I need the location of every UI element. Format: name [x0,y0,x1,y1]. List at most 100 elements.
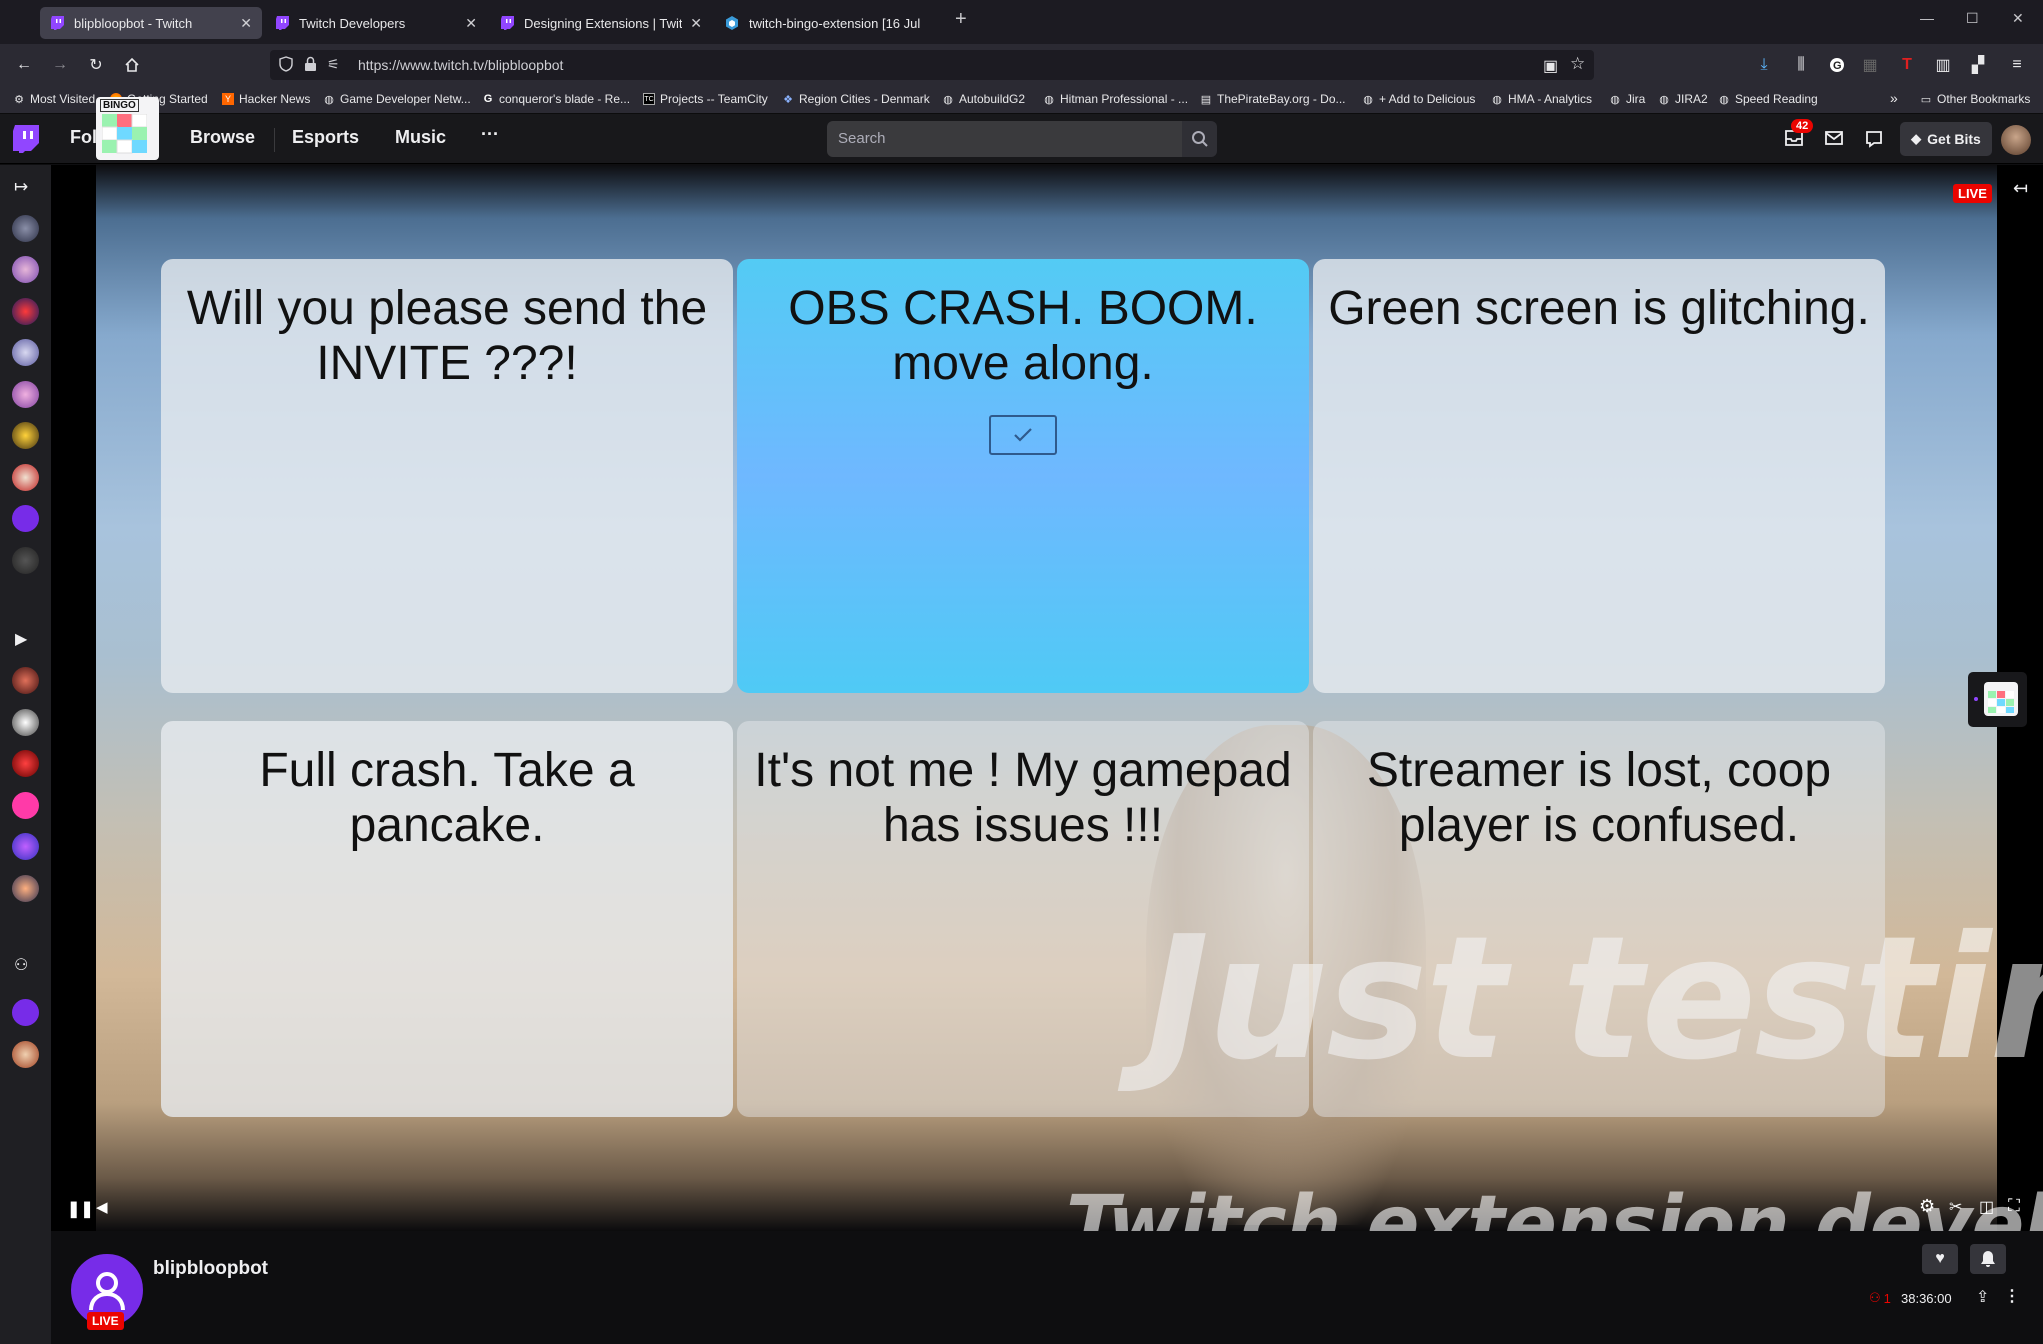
extension-ruler-icon[interactable]: ▥ [1930,52,1956,78]
extension-bingo-button[interactable] [1968,672,2027,727]
bits-gem-icon: ◆ [1911,131,1922,146]
forward-arrow-icon[interactable]: → [47,52,73,78]
channel-avatar[interactable] [12,750,39,777]
bookmark-delicious[interactable]: ◍ + Add to Delicious [1362,92,1475,106]
fullscreen-icon[interactable]: ⛶ [2008,1196,2020,1216]
bingo-cell[interactable]: It's not me ! My gamepad has issues !!! [737,721,1309,1117]
whispers-icon[interactable] [1824,129,1844,152]
settings-gear-icon[interactable]: ⚙ [1919,1196,1935,1217]
bookmark-region-cities[interactable]: ❖ Region Cities - Denmark [782,92,930,106]
region-icon: ❖ [783,93,793,106]
new-tab-button[interactable]: + [955,8,967,31]
bookmark-label: ThePirateBay.org - Do... [1217,92,1346,106]
notifications-button[interactable] [1970,1244,2006,1274]
expand-sidebar-icon[interactable]: ↦ [14,177,28,197]
bingo-cell[interactable]: Green screen is glitching. [1313,259,1885,693]
reload-icon[interactable]: ↻ [83,52,109,78]
theatre-mode-icon[interactable]: ◫ [1979,1197,1994,1217]
more-icon[interactable]: ··· [481,124,499,145]
collapse-chat-icon[interactable]: ↤ [2013,178,2028,199]
pause-icon[interactable]: ❚❚ [67,1199,94,1219]
channel-avatar[interactable] [12,215,39,242]
twitch-logo-icon[interactable] [13,125,39,158]
volume-icon[interactable]: ◀ [96,1198,108,1216]
bookmarks-overflow-button[interactable]: » [1890,90,1898,106]
channel-avatar[interactable] [12,381,39,408]
search-icon[interactable] [1182,121,1217,157]
qr-icon[interactable]: ▣ [1543,56,1558,76]
tab-designing-extensions[interactable]: Designing Extensions | Twitch D ✕ [490,7,712,39]
check-mark-icon[interactable] [989,415,1057,455]
bookmark-speed-reading[interactable]: ◍ Speed Reading [1718,92,1818,106]
bookmark-teamcity[interactable]: TC Projects -- TeamCity [643,92,768,106]
channel-avatar[interactable] [12,547,39,574]
bingo-cell-checked[interactable]: OBS CRASH. BOOM. move along. [737,259,1309,693]
channel-avatar[interactable] [12,505,39,532]
back-arrow-icon[interactable]: ← [11,52,37,78]
downloads-icon[interactable]: ⤓ [1751,52,1777,78]
channel-avatar[interactable] [12,709,39,736]
menu-icon[interactable]: ≡ [2004,52,2030,78]
library-icon[interactable]: ⫼ [1788,52,1814,78]
nav-music[interactable]: Music [395,127,446,148]
maximize-icon[interactable]: ☐ [1966,10,1979,27]
permissions-icon[interactable]: ⚟ [327,56,340,73]
nav-esports[interactable]: Esports [292,127,359,148]
extension-t-icon[interactable]: T [1894,52,1920,78]
channel-avatar[interactable] [12,256,39,283]
bookmark-piratebay[interactable]: ▤ ThePirateBay.org - Do... [1200,92,1346,106]
bookmark-star-icon[interactable]: ☆ [1570,54,1585,74]
bookmark-autobuildg2[interactable]: ◍ AutobuildG2 [942,92,1025,106]
shield-icon[interactable] [279,56,293,77]
bookmark-other[interactable]: ▭ Other Bookmarks [1920,92,2031,106]
video-player[interactable]: Just testing Twitch extension developmen… [51,165,2043,1231]
channel-avatar[interactable] [12,999,39,1026]
channel-avatar[interactable] [12,422,39,449]
extension-grid-icon[interactable]: ▦ [1857,52,1883,78]
lock-icon[interactable] [304,56,317,77]
channel-avatar[interactable] [12,792,39,819]
bookmark-jira[interactable]: ◍ Jira [1609,92,1645,106]
bookmark-game-developer[interactable]: ◍ Game Developer Netw... [323,92,471,106]
extension-g-icon[interactable]: G [1824,52,1850,78]
channel-avatar[interactable] [12,833,39,860]
close-icon[interactable]: ✕ [240,15,252,32]
channel-name[interactable]: blipbloopbot [153,1258,268,1280]
bingo-cell[interactable]: Will you please send the INVITE ???! [161,259,733,693]
tab-twitch-bingo-extension[interactable]: twitch-bingo-extension [16 Jul [715,7,937,39]
channel-avatar[interactable] [12,339,39,366]
bookmark-hma[interactable]: ◍ HMA - Analytics [1491,92,1592,106]
bookmark-conquerors-blade[interactable]: Gconqueror's blade - Re... [482,92,630,106]
nav-browse[interactable]: Browse [190,127,255,148]
clip-icon[interactable]: ✂ [1949,1197,1962,1217]
share-icon[interactable]: ⇪ [1976,1287,1989,1307]
minimize-icon[interactable]: — [1920,10,1934,26]
bingo-cell[interactable]: Full crash. Take a pancake. [161,721,733,1117]
activity-feed-icon[interactable] [1864,129,1884,154]
globe-icon: ◍ [1659,93,1669,106]
channel-avatar[interactable] [12,298,39,325]
tab-twitch-developers[interactable]: Twitch Developers ✕ [265,7,487,39]
user-avatar[interactable] [2001,125,2031,155]
channel-avatar[interactable] [12,875,39,902]
follow-button[interactable]: ♥ [1922,1244,1958,1274]
extensions-icon[interactable]: ▞ [1965,52,1991,78]
bookmark-jira2[interactable]: ◍ JIRA2 [1658,92,1708,106]
bingo-cell[interactable]: Streamer is lost, coop player is confuse… [1313,721,1885,1117]
url-bar[interactable]: ⚟ https://www.twitch.tv/blipbloopbot ▣ ☆ [270,50,1594,80]
channel-avatar[interactable] [12,1041,39,1068]
search-input[interactable]: Search [827,121,1182,157]
url-text[interactable]: https://www.twitch.tv/blipbloopbot [358,57,563,73]
channel-avatar[interactable] [12,667,39,694]
more-options-icon[interactable]: ⋮ [2004,1286,2020,1306]
close-icon[interactable]: ✕ [690,15,702,32]
close-icon[interactable]: ✕ [465,15,477,32]
channel-avatar[interactable] [12,464,39,491]
home-icon[interactable] [119,52,145,78]
tab-blipbloopbot[interactable]: blipbloopbot - Twitch ✕ [40,7,262,39]
bookmark-hitman[interactable]: ◍ Hitman Professional - ... [1043,92,1188,106]
bookmark-hacker-news[interactable]: Y Hacker News [222,92,310,106]
get-bits-button[interactable]: ◆ Get Bits [1900,122,1992,156]
bookmark-most-visited[interactable]: ⚙ Most Visited [13,92,95,106]
window-close-icon[interactable]: ✕ [2012,10,2024,27]
